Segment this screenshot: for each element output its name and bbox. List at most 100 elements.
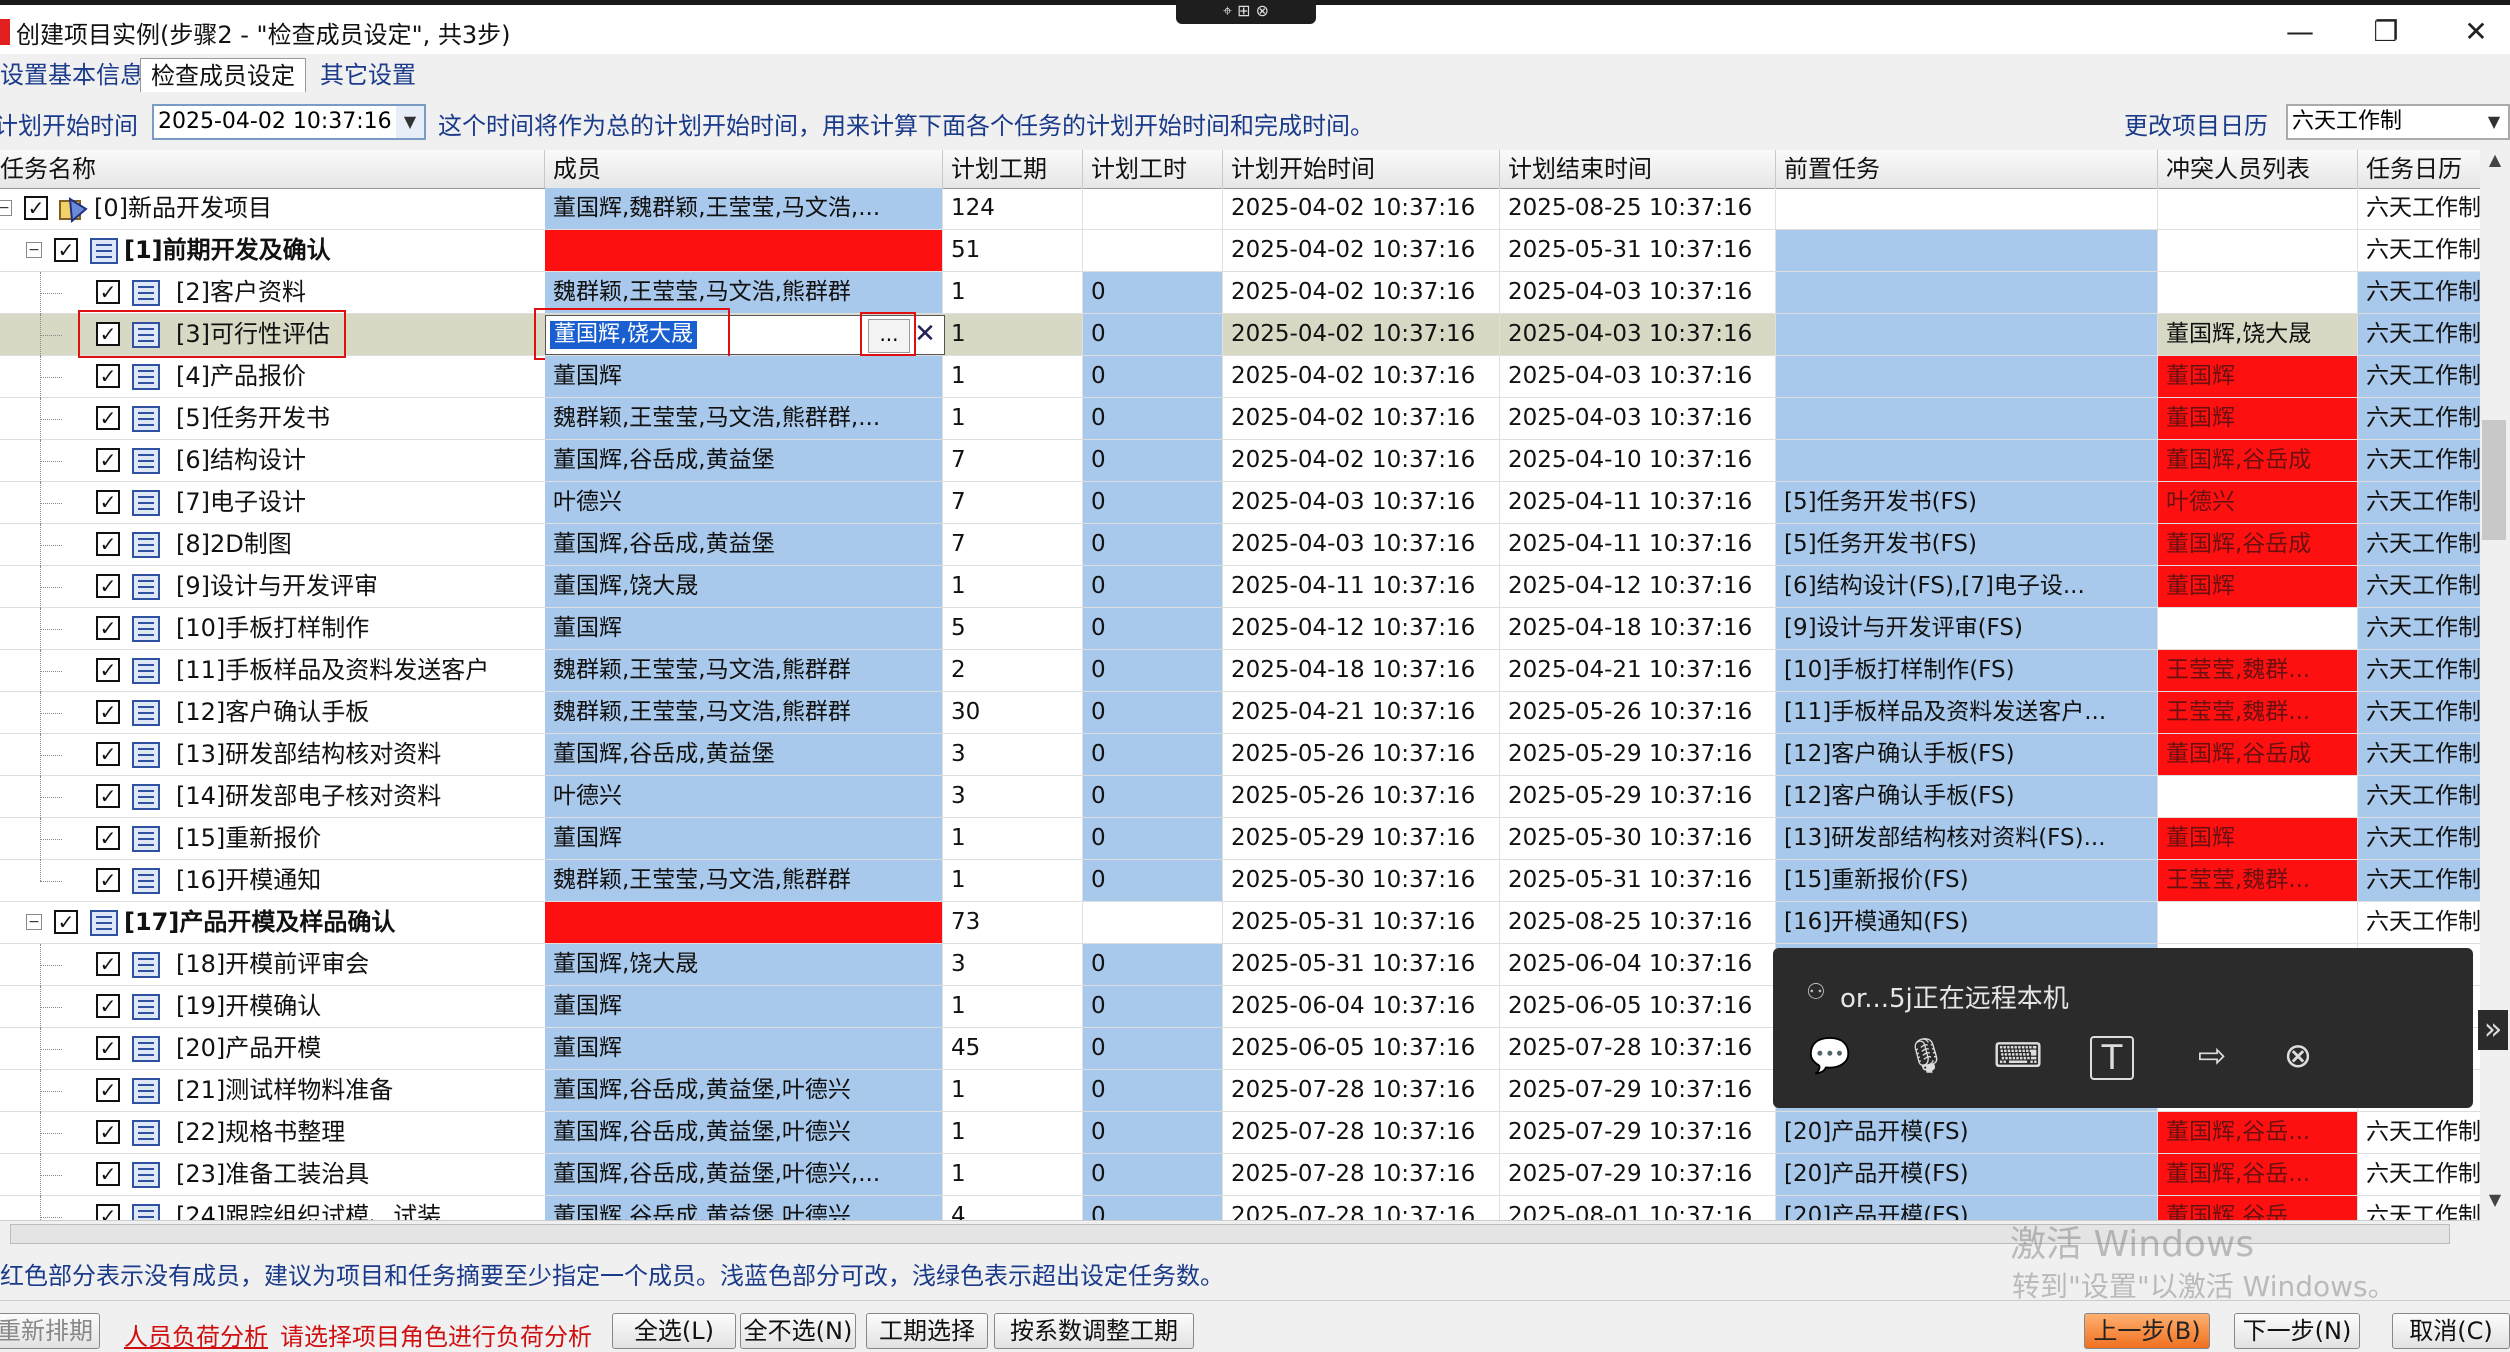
cell-pre[interactable]: [11]手板样品及资料发送客户...	[1776, 692, 2158, 733]
table-row[interactable]: ✓ [8]2D制图 董国辉,谷岳成,黄益堡 7 0 2025-04-03 10:37:16…	[0, 524, 2480, 566]
cell-cal[interactable]: 六天工作制	[2358, 650, 2480, 691]
cell-work[interactable]: 0	[1083, 566, 1223, 607]
table-row[interactable]: ✓ [22]规格书整理 董国辉,谷岳成,黄益堡,叶德兴 1 0 2025-07-28 10…	[0, 1112, 2480, 1154]
cell-pre[interactable]: [6]结构设计(FS),[7]电子设...	[1776, 566, 2158, 607]
cell-dur[interactable]: 4	[943, 1196, 1083, 1220]
cell-dur[interactable]: 1	[943, 566, 1083, 607]
cell-pre[interactable]: [5]任务开发书(FS)	[1776, 482, 2158, 523]
cell-work[interactable]: 0	[1083, 524, 1223, 565]
cell-members[interactable]: 董国辉,谷岳成,黄益堡	[545, 734, 943, 775]
table-row[interactable]: ✓ [3]可行性评估 1 0 2025-04-02 10:37:16 2025-04-03…	[0, 308, 2480, 360]
cell-work[interactable]: 0	[1083, 1196, 1223, 1220]
cell-work[interactable]: 0	[1083, 944, 1223, 985]
cell-cal[interactable]: 六天工作制	[2358, 776, 2480, 817]
task-checkbox[interactable]: ✓	[96, 1120, 120, 1144]
cell-work[interactable]: 0	[1083, 986, 1223, 1027]
scroll-down-arrow-icon[interactable]: ▼	[2482, 1190, 2508, 1214]
cell-dur[interactable]: 3	[943, 944, 1083, 985]
cell-members[interactable]: 董国辉	[545, 356, 943, 397]
select-all-button[interactable]: 全选(L)	[612, 1313, 736, 1349]
remote-control-toolbar[interactable]: ⌖ ⊞ ⊗	[1176, 0, 1316, 24]
task-checkbox[interactable]: ✓	[96, 826, 120, 850]
chat-icon[interactable]: 💬	[1804, 1030, 1856, 1082]
cell-work[interactable]: 0	[1083, 734, 1223, 775]
cell-cal[interactable]: 六天工作制	[2358, 1112, 2480, 1153]
cell-work[interactable]: 0	[1083, 1112, 1223, 1153]
cell-work[interactable]: 0	[1083, 608, 1223, 649]
table-row[interactable]: ✓ [7]电子设计 叶德兴 7 0 2025-04-03 10:37:16 2025-04-…	[0, 482, 2480, 524]
cell-members[interactable]: 董国辉	[545, 986, 943, 1027]
table-row[interactable]: ✓ [15]重新报价 董国辉 1 0 2025-05-29 10:37:16 2025-05…	[0, 818, 2480, 860]
maximize-button[interactable]: ❐	[2356, 13, 2416, 51]
cell-members[interactable]: 董国辉,谷岳成,黄益堡,叶德兴,...	[545, 1154, 943, 1195]
close-button[interactable]: ✕	[2446, 13, 2506, 51]
cell-work[interactable]: 0	[1083, 650, 1223, 691]
adjust-duration-button[interactable]: 按系数调整工期	[994, 1313, 1194, 1349]
minimize-button[interactable]: —	[2270, 13, 2330, 51]
task-checkbox[interactable]: ✓	[96, 868, 120, 892]
table-row[interactable]: − ✓ [1]前期开发及确认 51 2025-04-02 10:37:16 2025-05…	[0, 230, 2480, 272]
table-row[interactable]: ✓ [2]客户资料 魏群颖,王莹莹,马文浩,熊群群 1 0 2025-04-02 10:3…	[0, 272, 2480, 314]
cell-work[interactable]: 0	[1083, 482, 1223, 523]
cell-members[interactable]: 叶德兴	[545, 482, 943, 523]
cell-cal[interactable]: 六天工作制	[2358, 608, 2480, 649]
task-checkbox[interactable]: ✓	[96, 658, 120, 682]
column-header-start[interactable]: 计划开始时间	[1223, 150, 1500, 188]
column-header-cal[interactable]: 任务日历	[2358, 150, 2480, 188]
table-row[interactable]: ✓ [13]研发部结构核对资料 董国辉,谷岳成,黄益堡 3 0 2025-05-26 10…	[0, 734, 2480, 776]
mic-icon[interactable]: 🎙	[1900, 1030, 1952, 1082]
cell-cal[interactable]: 六天工作制	[2358, 1196, 2480, 1220]
cell-pre[interactable]: [20]产品开模(FS)	[1776, 1154, 2158, 1195]
table-row[interactable]: ✓ [14]研发部电子核对资料 叶德兴 3 0 2025-05-26 10:37:16 20…	[0, 776, 2480, 818]
cell-pre[interactable]: [16]开模通知(FS)	[1776, 902, 2158, 943]
table-row[interactable]: ✓ [10]手板打样制作 董国辉 5 0 2025-04-12 10:37:16 2025-…	[0, 608, 2480, 650]
column-header-dur[interactable]: 计划工期	[943, 150, 1083, 188]
task-checkbox[interactable]: ✓	[96, 700, 120, 724]
task-checkbox[interactable]: ✓	[96, 1162, 120, 1186]
task-checkbox[interactable]: ✓	[24, 196, 48, 220]
task-checkbox[interactable]: ✓	[96, 448, 120, 472]
table-row[interactable]: − ✓ [0]新品开发项目 董国辉,魏群颖,王莹莹,马文浩,... 124 2025-04…	[0, 188, 2480, 230]
chevron-down-icon[interactable]: ▼	[2480, 106, 2508, 138]
tab-check-members[interactable]: 检查成员设定	[140, 58, 306, 92]
cell-pre[interactable]	[1776, 188, 2158, 229]
column-header-members[interactable]: 成员	[545, 150, 943, 188]
task-checkbox[interactable]: ✓	[96, 784, 120, 808]
cell-dur[interactable]: 7	[943, 524, 1083, 565]
cell-members[interactable]: 董国辉,魏群颖,王莹莹,马文浩,...	[545, 188, 943, 229]
cell-dur[interactable]: 124	[943, 188, 1083, 229]
task-checkbox[interactable]: ✓	[96, 952, 120, 976]
table-row[interactable]: ✓ [16]开模通知 魏群颖,王莹莹,马文浩,熊群群 1 0 2025-05-30 10:…	[0, 860, 2480, 902]
chevron-down-icon[interactable]: ▼	[396, 106, 424, 138]
cell-pre[interactable]	[1776, 230, 2158, 271]
cell-work[interactable]	[1083, 902, 1223, 943]
cell-members[interactable]: 魏群颖,王莹莹,马文浩,熊群群	[545, 860, 943, 901]
cell-members[interactable]: 董国辉,谷岳成,黄益堡,叶德兴	[545, 1070, 943, 1111]
cell-dur[interactable]: 1	[943, 314, 1083, 355]
cell-dur[interactable]: 45	[943, 1028, 1083, 1069]
cell-dur[interactable]: 1	[943, 398, 1083, 439]
prev-step-button[interactable]: 上一步(B)	[2084, 1313, 2210, 1349]
cell-cal[interactable]: 六天工作制	[2358, 440, 2480, 481]
cell-members[interactable]: 魏群颖,王莹莹,马文浩,熊群群	[545, 272, 943, 313]
cell-members[interactable]: 董国辉,谷岳成,黄益堡	[545, 524, 943, 565]
cell-pre[interactable]: [12]客户确认手板(FS)	[1776, 776, 2158, 817]
duration-select-button[interactable]: 工期选择	[866, 1313, 988, 1349]
task-checkbox[interactable]: ✓	[54, 910, 78, 934]
task-checkbox[interactable]: ✓	[96, 280, 120, 304]
cell-cal[interactable]: 六天工作制	[2358, 734, 2480, 775]
column-header-conflict[interactable]: 冲突人员列表	[2158, 150, 2358, 188]
table-row[interactable]: ✓ [23]准备工装治具 董国辉,谷岳成,黄益堡,叶德兴,... 1 0 2025-07-…	[0, 1154, 2480, 1196]
table-row[interactable]: ✓ [6]结构设计 董国辉,谷岳成,黄益堡 7 0 2025-04-02 10:37:16…	[0, 440, 2480, 482]
cell-work[interactable]: 0	[1083, 1154, 1223, 1195]
cell-work[interactable]: 0	[1083, 314, 1223, 355]
table-row[interactable]: ✓ [4]产品报价 董国辉 1 0 2025-04-02 10:37:16 2025-04-…	[0, 356, 2480, 398]
cell-work[interactable]: 0	[1083, 1070, 1223, 1111]
disconnect-icon[interactable]: ⊗	[2272, 1030, 2324, 1082]
cell-members[interactable]	[545, 230, 943, 271]
task-checkbox[interactable]: ✓	[96, 994, 120, 1018]
task-checkbox[interactable]: ✓	[96, 1204, 120, 1220]
cell-cal[interactable]: 六天工作制	[2358, 398, 2480, 439]
cell-members[interactable]: 董国辉,谷岳成,黄益堡	[545, 440, 943, 481]
file-transfer-icon[interactable]: ⇨	[2186, 1030, 2238, 1082]
